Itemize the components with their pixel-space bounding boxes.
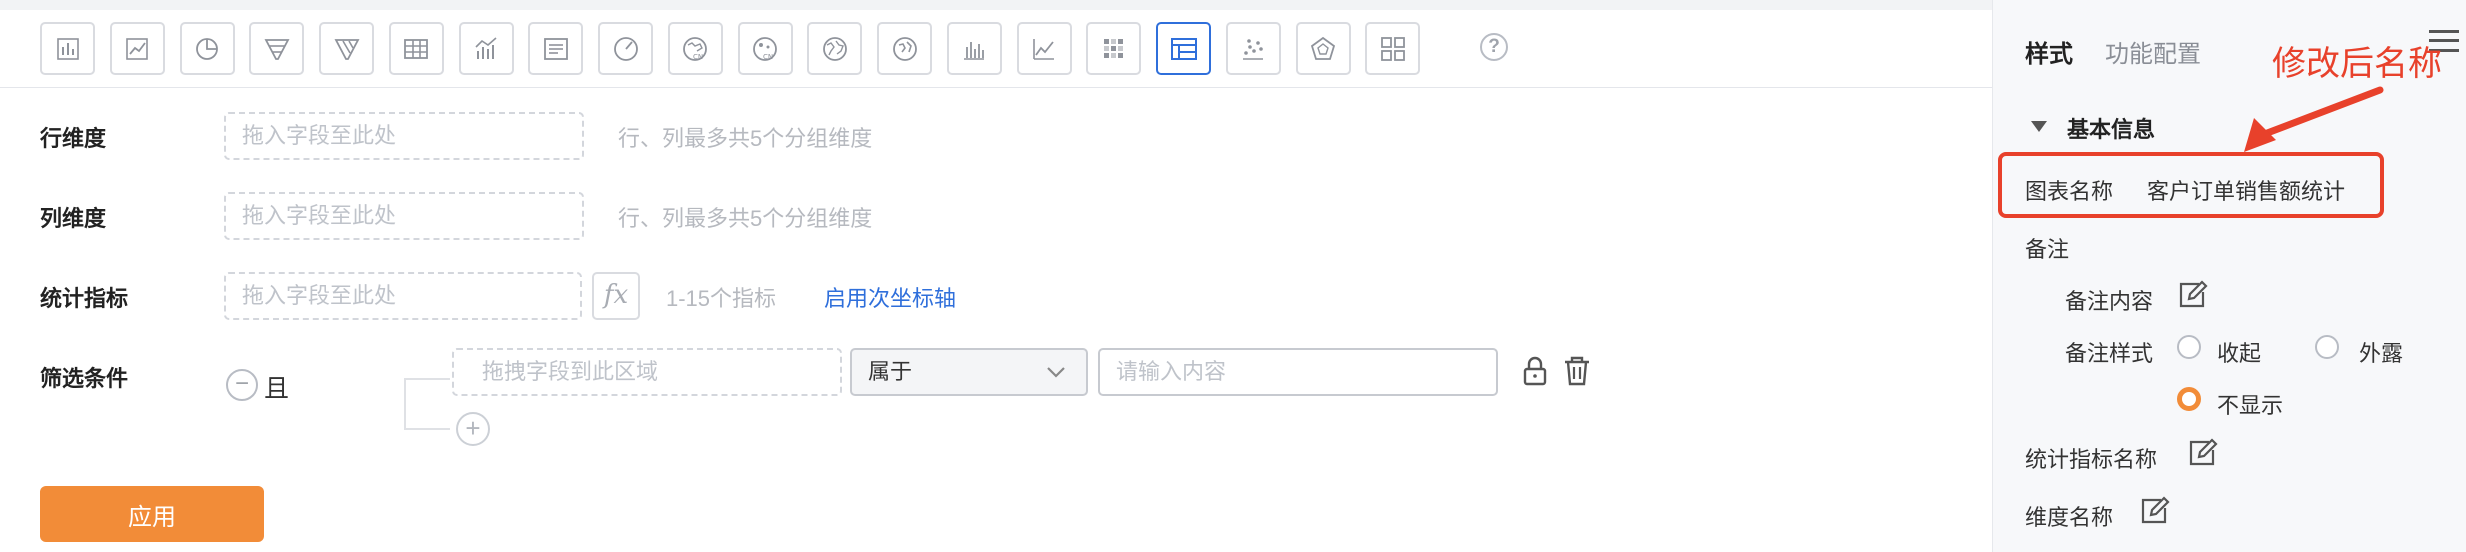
metrics-label: 统计指标 — [40, 286, 129, 311]
trend-icon — [1033, 38, 1054, 60]
note-content-label: 备注内容 — [2065, 289, 2154, 314]
columns-drop-zone[interactable]: 拖入字段至此处 — [224, 192, 584, 240]
filter-field-drop-zone[interactable]: 拖拽字段到此区域 — [452, 348, 842, 396]
filters-label: 筛选条件 — [40, 366, 129, 391]
combo-icon — [475, 36, 497, 59]
dimension-name-label: 维度名称 — [2025, 505, 2114, 530]
table-icon — [404, 38, 429, 59]
rows-label: 行维度 — [40, 126, 107, 151]
add-condition-icon[interactable]: + — [456, 412, 490, 446]
chart-type-pie-button[interactable] — [179, 22, 235, 75]
note-style-radio-hidden[interactable] — [2177, 387, 2201, 411]
chart-type-globe-button[interactable] — [877, 22, 932, 75]
chart-type-dashboard-grid-button[interactable] — [1365, 22, 1421, 75]
note-style-radio-collapse[interactable] — [2177, 335, 2201, 359]
edit-note-content-icon[interactable] — [2177, 280, 2209, 310]
collapse-logic-icon[interactable]: − — [226, 369, 258, 401]
funnel-icon — [264, 38, 290, 60]
metrics-drop-zone[interactable]: 拖入字段至此处 — [224, 272, 582, 320]
funnel-alt-icon — [334, 38, 359, 60]
tab-function-config[interactable]: 功能配置 — [2105, 34, 2201, 69]
chart-type-pivot-table-button[interactable] — [1156, 22, 1211, 75]
pivot-table-icon — [1170, 37, 1197, 60]
note-style-option-hidden[interactable]: 不显示 — [2217, 388, 2283, 420]
collapse-triangle-icon[interactable] — [2031, 121, 2047, 132]
annotation-label: 修改后名称 — [2272, 45, 2442, 83]
heatmap-icon — [1103, 38, 1123, 58]
note-style-radio-expose[interactable] — [2315, 335, 2339, 359]
radar-icon — [1310, 36, 1336, 60]
pie-icon — [196, 37, 218, 60]
help-icon[interactable]: ? — [1480, 33, 1508, 61]
chevron-down-icon — [1047, 367, 1065, 378]
chart-type-funnel-alt-button[interactable] — [319, 22, 374, 75]
bar-icon — [56, 37, 79, 60]
edit-metric-name-icon[interactable] — [2187, 438, 2219, 468]
gauge-icon — [613, 36, 638, 61]
chart-type-table-button[interactable] — [388, 22, 444, 75]
chart-type-map-cn-button[interactable]: CN — [667, 22, 723, 75]
chart-type-heatmap-button[interactable] — [1086, 22, 1142, 75]
chart-editor: CN CN ? 行维度 拖入字段至此处 行、列最多共5个分组维度 列维度 拖入字段… — [0, 0, 1992, 552]
chart-type-toolbar: CN CN ? — [0, 0, 1992, 88]
chart-type-trend-button[interactable] — [1016, 22, 1072, 75]
metric-name-label: 统计指标名称 — [2025, 447, 2158, 472]
tab-style[interactable]: 样式 — [2025, 34, 2073, 69]
toolbar-top-strip — [0, 0, 1992, 10]
note-style-option-collapse[interactable]: 收起 — [2217, 336, 2261, 368]
columns-label: 列维度 — [40, 206, 107, 231]
filter-value-input[interactable] — [1098, 348, 1498, 396]
lock-icon[interactable] — [1518, 354, 1552, 388]
columns-hint: 行、列最多共5个分组维度 — [618, 206, 873, 231]
chart-type-text-button[interactable] — [528, 22, 584, 75]
chart-type-combo-button[interactable] — [458, 22, 514, 75]
svg-text:CN: CN — [693, 53, 703, 61]
world-map-icon — [822, 36, 847, 61]
chart-type-map-cn-bubble-button[interactable]: CN — [737, 22, 793, 75]
chart-type-world-map-button[interactable] — [807, 22, 863, 75]
chart-type-funnel-button[interactable] — [249, 22, 305, 75]
metrics-hint: 1-15个指标 — [666, 286, 777, 311]
note-label: 备注 — [2025, 237, 2070, 262]
note-style-option-expose[interactable]: 外露 — [2359, 336, 2403, 368]
map-cn-bubble-icon: CN — [753, 36, 777, 61]
text-icon — [543, 37, 568, 60]
filter-operator-value: 属于 — [868, 359, 913, 384]
trash-icon[interactable] — [1560, 354, 1594, 388]
secondary-axis-link[interactable]: 启用次坐标轴 — [824, 281, 956, 313]
column-icon — [964, 41, 985, 60]
logic-operator[interactable]: 且 — [264, 369, 289, 405]
chart-type-gauge-button[interactable] — [598, 22, 653, 75]
chart-type-column-button[interactable] — [946, 22, 1002, 75]
filter-operator-select[interactable]: 属于 — [850, 348, 1088, 396]
filter-tree-bracket — [404, 378, 450, 430]
line-icon — [126, 37, 149, 60]
scatter-icon — [1243, 38, 1264, 60]
note-style-label: 备注样式 — [2065, 341, 2154, 366]
rows-drop-zone[interactable]: 拖入字段至此处 — [224, 112, 584, 160]
globe-icon — [892, 36, 917, 61]
chart-type-bar-button[interactable] — [40, 22, 95, 75]
formula-button[interactable]: fx — [592, 272, 640, 320]
chart-type-scatter-button[interactable] — [1225, 22, 1281, 75]
svg-text:CN: CN — [763, 53, 773, 61]
chart-type-line-button[interactable] — [109, 22, 165, 75]
chart-type-radar-button[interactable] — [1295, 22, 1351, 75]
map-cn-icon: CN — [683, 36, 708, 61]
annotation-highlight-box — [1998, 152, 2384, 218]
dashboard-grid-icon — [1380, 36, 1405, 61]
section-basic-info[interactable]: 基本信息 — [2067, 112, 2155, 144]
apply-button[interactable]: 应用 — [40, 486, 264, 542]
edit-dimension-name-icon[interactable] — [2139, 496, 2171, 526]
rows-hint: 行、列最多共5个分组维度 — [618, 126, 873, 151]
